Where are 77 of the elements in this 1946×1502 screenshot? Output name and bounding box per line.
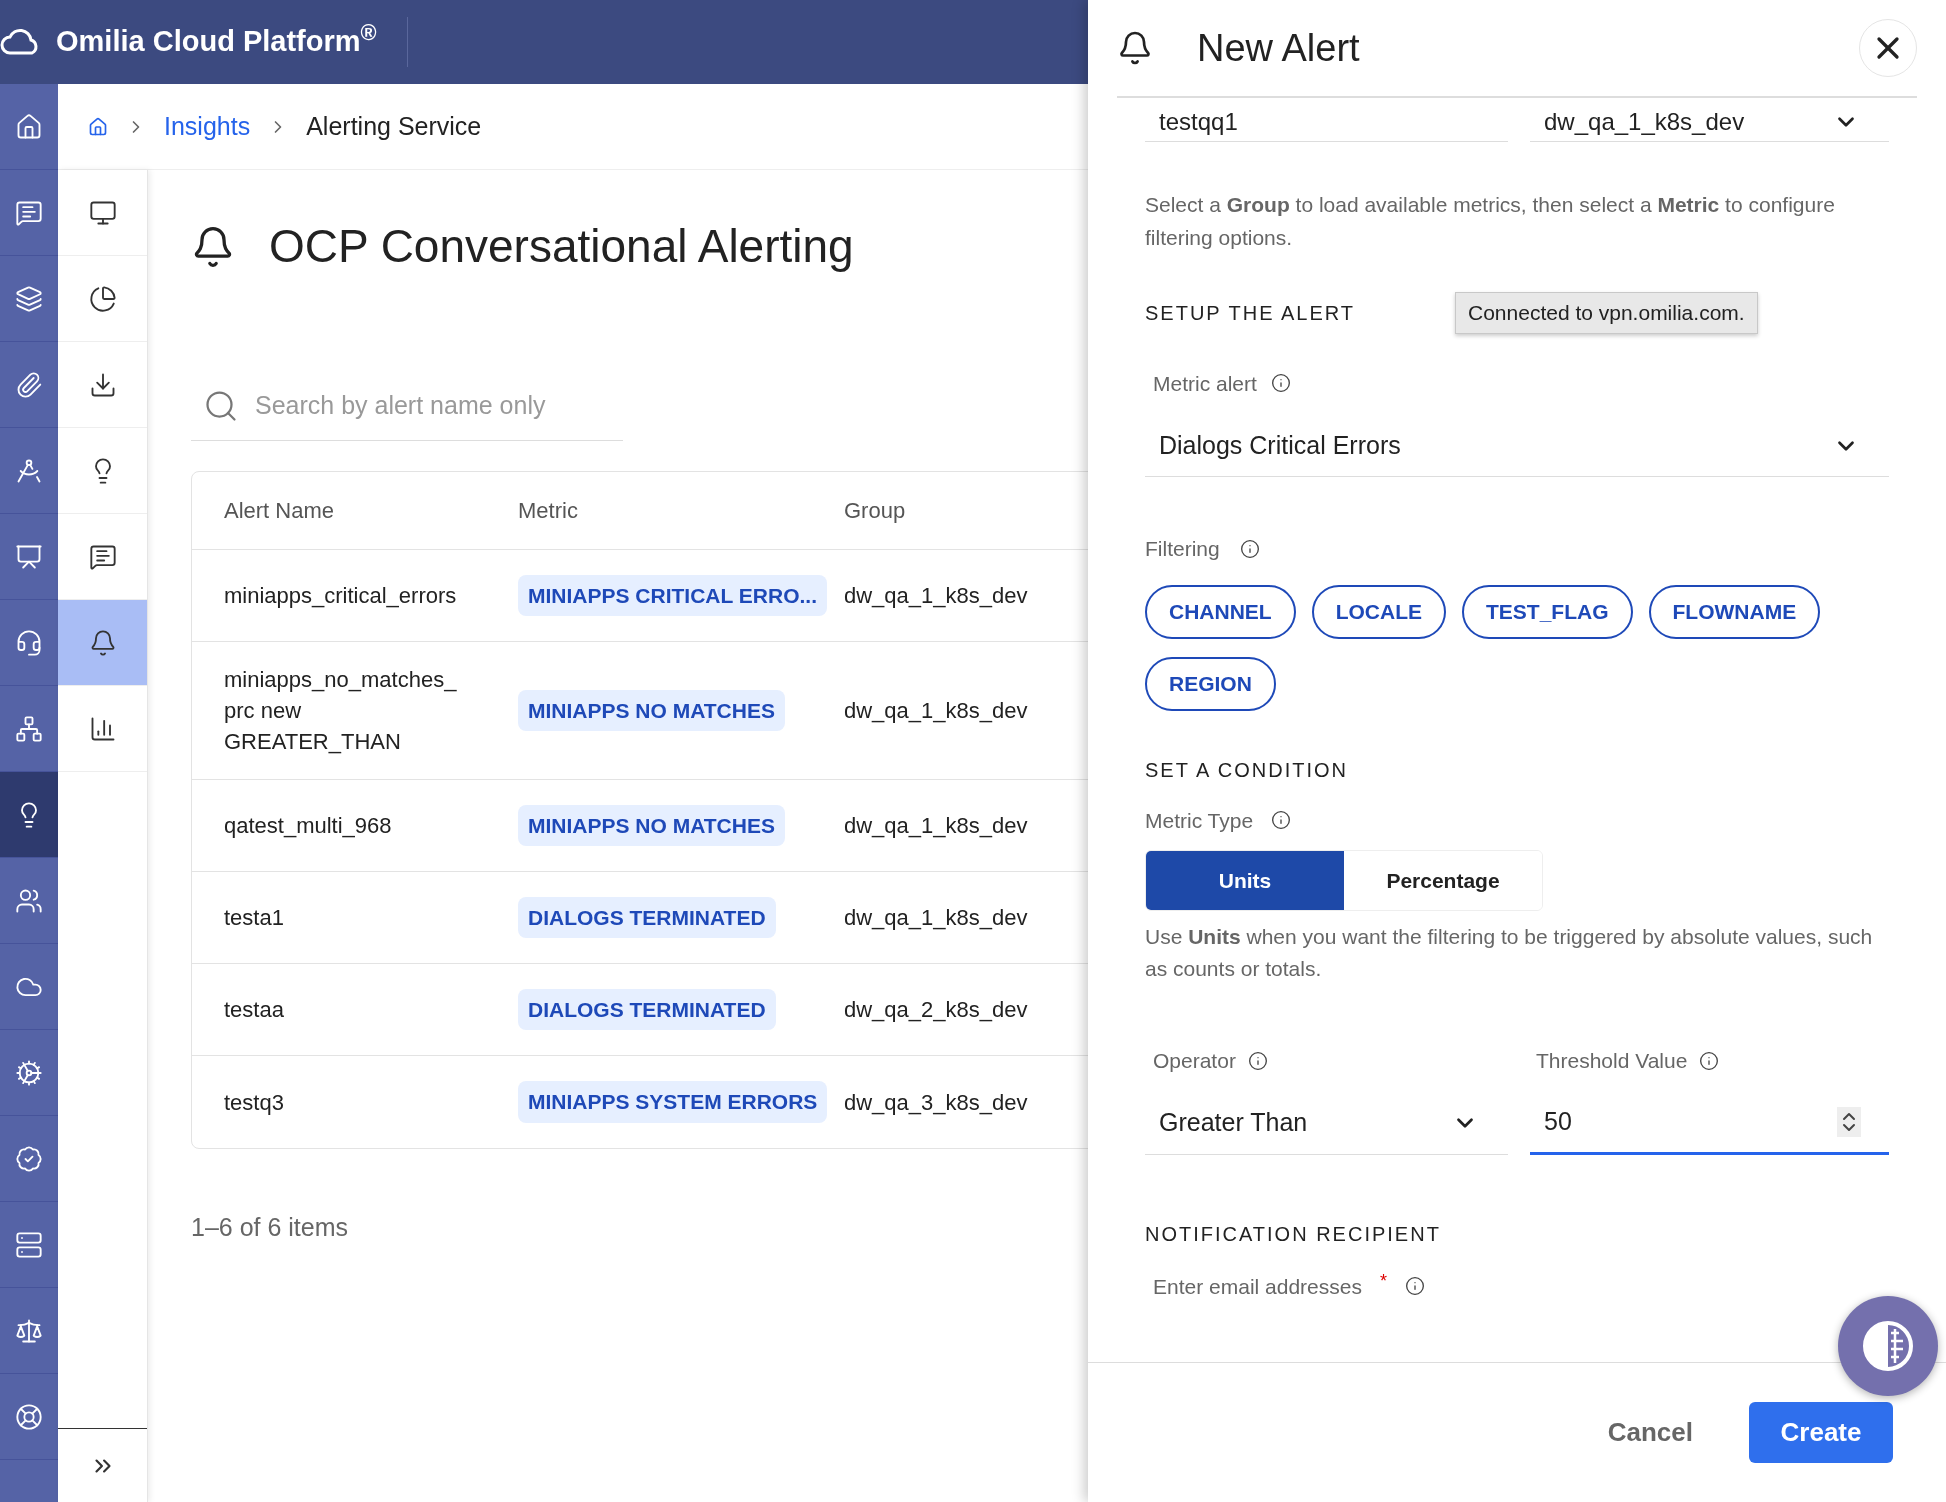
info-icon — [1270, 373, 1291, 394]
search-field[interactable]: Search by alert name only — [255, 371, 623, 440]
sidebar-item[interactable] — [58, 514, 147, 600]
hint-text: Select a Group to load available metrics, then select a Metric to configure filtering options. — [1145, 192, 1836, 251]
info-icon — [1699, 1050, 1720, 1071]
section-heading: SETUP THE ALERT — [1145, 300, 1357, 326]
table-cell: dw_qa_1_k8s_dev — [844, 698, 1028, 723]
table-cell: dw_qa_1_k8s_dev — [844, 905, 1028, 930]
table-cell: dw_qa_1_k8s_dev — [844, 583, 1028, 608]
column-header: Group — [844, 498, 906, 523]
paperclip-icon — [15, 370, 43, 399]
metric-tag: MINIAPPS SYSTEM ERRORS — [518, 1081, 828, 1123]
filter-chip[interactable]: CHANNEL — [1145, 584, 1296, 639]
server-icon — [15, 1230, 43, 1259]
section-heading: SET A CONDITION — [1145, 757, 1349, 783]
home-icon[interactable] — [88, 116, 108, 137]
field-label: Threshold Value — [1536, 1048, 1688, 1074]
section-heading: NOTIFICATION RECIPIENT — [1145, 1221, 1442, 1247]
name-field[interactable]: testqq1 — [1145, 102, 1508, 142]
create-button[interactable]: Create — [1749, 1402, 1893, 1463]
stepper-icon[interactable] — [1837, 1107, 1861, 1137]
table-cell-text: testa1 — [224, 904, 285, 932]
group-select[interactable]: dw_qa_1_k8s_dev — [1530, 102, 1889, 142]
pie-chart-icon — [88, 284, 117, 313]
panel-title: New Alert — [1197, 25, 1360, 71]
metric-tag: MINIAPPS NO MATCHES — [518, 804, 785, 847]
segment-option[interactable]: Units — [1146, 851, 1344, 910]
metric-tag: MINIAPPS CRITICAL ERRO... — [518, 574, 827, 617]
field-label: Operator — [1153, 1048, 1236, 1074]
lifebuoy-icon — [15, 1402, 43, 1431]
breadcrumb-current: Alerting Service — [306, 110, 482, 142]
table-cell-text: qatest_multi_968 — [224, 812, 393, 840]
hint-text: Use Units when you want the filtering to be triggered by absolute values, such as counts or totals. — [1145, 924, 1874, 982]
column-header: Metric — [518, 498, 578, 523]
page-title: OCP Conversational Alerting — [269, 219, 854, 274]
required-mark: * — [1379, 1269, 1387, 1293]
filter-chip[interactable]: REGION — [1145, 656, 1276, 711]
tooltip: Connected to vpn.omilia.com. — [1455, 292, 1758, 334]
metric-tag: DIALOGS TERMINATED — [518, 988, 776, 1031]
metric-alert-select[interactable]: Dialogs Critical Errors — [1145, 415, 1889, 477]
info-icon — [1239, 538, 1260, 559]
table-cell-text: miniapps_no_matches_ prc new GREATER_THAN — [224, 666, 458, 756]
headset-icon — [15, 628, 43, 657]
threshold-field[interactable]: 50 — [1530, 1092, 1889, 1155]
cancel-button[interactable]: Cancel — [1597, 1403, 1703, 1462]
info-icon — [1247, 1050, 1268, 1071]
operator-select[interactable]: Greater Than — [1145, 1092, 1508, 1155]
filter-chip[interactable]: LOCALE — [1311, 584, 1446, 639]
app-title: Omilia Cloud Platform$^{®}$ — [56, 20, 377, 60]
pagination-summary: 1–6 of 6 items — [191, 1212, 349, 1243]
badge-check-icon — [15, 1144, 43, 1173]
bell-icon — [1117, 30, 1153, 66]
breadcrumb-link[interactable]: Insights — [164, 107, 251, 146]
field-label: Filtering — [1145, 536, 1220, 562]
table-cell: dw_qa_3_k8s_dev — [844, 1089, 1028, 1115]
filter-chip[interactable]: FLOWNAME — [1648, 584, 1821, 639]
sidebar-item[interactable] — [58, 256, 147, 342]
network-icon — [15, 714, 43, 743]
assistant-button[interactable] — [1838, 1296, 1938, 1396]
field-label: Metric Type — [1145, 807, 1254, 834]
metric-tag: MINIAPPS NO MATCHES — [518, 689, 785, 732]
info-icon — [1404, 1276, 1425, 1297]
sidebar-item[interactable] — [58, 170, 147, 256]
table-cell: dw_qa_1_k8s_dev — [844, 813, 1028, 838]
metric-tag: DIALOGS TERMINATED — [518, 896, 776, 939]
table-cell-text: testq3 — [224, 1088, 285, 1117]
home-icon — [15, 112, 43, 141]
column-header: Alert Name — [224, 498, 335, 523]
field-label: Enter email addresses — [1153, 1273, 1362, 1300]
info-icon — [1271, 810, 1292, 831]
table-cell-text: miniapps_critical_errors — [224, 582, 458, 610]
field-label: Metric alert — [1153, 370, 1257, 397]
table-cell: dw_qa_2_k8s_dev — [844, 997, 1028, 1022]
filter-chip[interactable]: TEST_FLAG — [1462, 584, 1633, 639]
table-cell-text: testaa — [224, 996, 285, 1024]
gear-icon — [15, 1058, 43, 1087]
layers-icon — [15, 284, 43, 313]
